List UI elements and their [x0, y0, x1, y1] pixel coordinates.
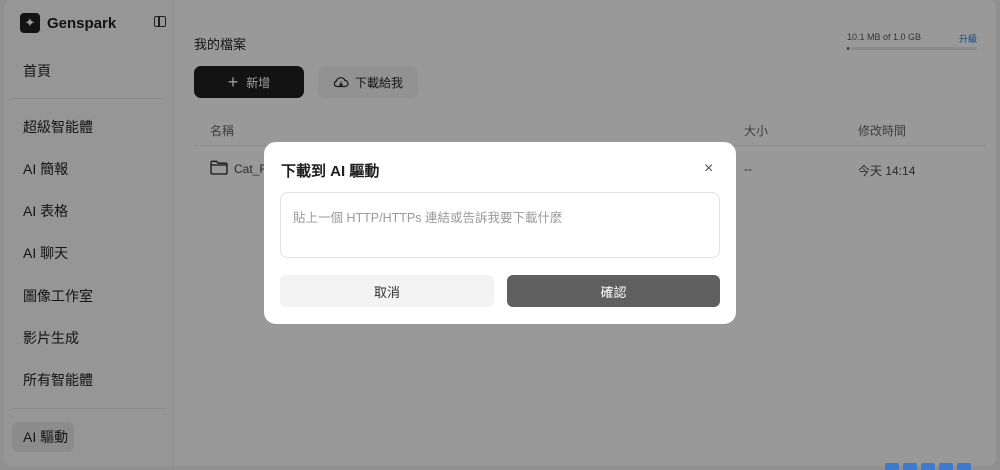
confirm-button[interactable]: 確認: [507, 275, 720, 307]
tray-icon[interactable]: [921, 463, 935, 470]
url-input[interactable]: [280, 192, 720, 258]
system-tray: [885, 463, 1000, 470]
cancel-button[interactable]: 取消: [280, 275, 494, 307]
download-dialog: 下載到 AI 驅動 × 取消 確認: [264, 142, 736, 324]
tray-icon[interactable]: [885, 463, 899, 470]
close-icon[interactable]: ×: [704, 161, 713, 177]
dialog-title: 下載到 AI 驅動: [281, 163, 380, 180]
tray-icon[interactable]: [903, 463, 917, 470]
tray-icon[interactable]: [939, 463, 953, 470]
tray-icon[interactable]: [957, 463, 971, 470]
